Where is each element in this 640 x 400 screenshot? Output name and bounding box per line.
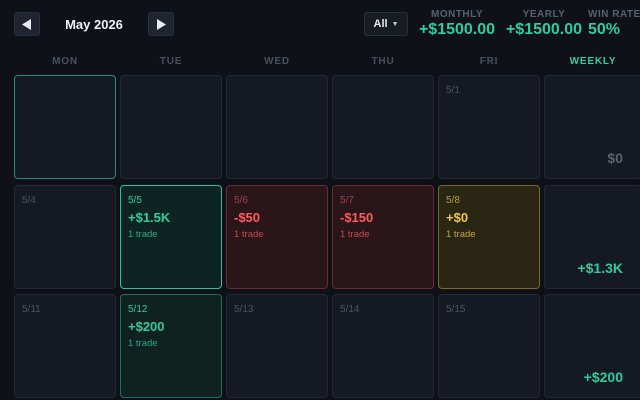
day-cell[interactable]: 5/15 <box>438 294 540 398</box>
win-rate-label: WIN RATE <box>588 9 640 20</box>
day-date: 5/4 <box>22 195 36 206</box>
monthly-stat: MONTHLY +$1500.00 <box>414 9 500 39</box>
triangle-right-icon <box>157 18 166 30</box>
prev-month-button[interactable] <box>14 12 40 36</box>
weekly-total-value: +$1.3K <box>577 260 623 276</box>
day-pnl: +$0 <box>446 210 469 225</box>
weekday-header-wed: WED <box>264 56 290 67</box>
weekday-header-fri: FRI <box>479 56 499 67</box>
day-date: 5/13 <box>234 304 254 315</box>
yearly-stat: YEARLY +$1500.00 <box>501 9 587 39</box>
win-rate-stat: WIN RATE 50% <box>588 9 640 39</box>
day-date: 5/11 <box>22 304 41 315</box>
day-cell[interactable]: 5/7 -$150 1 trade <box>332 185 434 289</box>
day-pnl: +$1.5K <box>128 210 171 225</box>
weekly-total-cell: $0 <box>544 75 640 179</box>
day-cell[interactable]: 5/1 <box>438 75 540 179</box>
day-date: 5/14 <box>340 304 360 315</box>
day-cell[interactable]: 5/13 <box>226 294 328 398</box>
triangle-left-icon <box>22 18 31 30</box>
month-title: May 2026 <box>65 17 123 32</box>
day-date: 5/5 <box>128 195 142 206</box>
day-pnl: -$150 <box>340 210 374 225</box>
day-trade-count: 1 trade <box>128 338 158 349</box>
day-cell[interactable] <box>14 75 116 179</box>
win-rate-value: 50% <box>588 21 621 38</box>
caret-down-icon: ▼ <box>391 20 399 28</box>
day-cell[interactable]: 5/12 +$200 1 trade <box>120 294 222 398</box>
day-cell[interactable] <box>120 75 222 179</box>
yearly-label: YEARLY <box>522 9 566 20</box>
weekly-total-value: $0 <box>607 150 623 166</box>
day-date: 5/6 <box>234 195 248 206</box>
calendar-header: May 2026 All ▼ MONTHLY +$1500.00 YEARLY … <box>0 0 640 48</box>
day-cell[interactable]: 5/8 +$0 1 trade <box>438 185 540 289</box>
day-trade-count: 1 trade <box>128 229 158 240</box>
weekday-header-mon: MON <box>52 56 78 67</box>
day-trade-count: 1 trade <box>446 229 476 240</box>
weekday-header-weekly: WEEKLY <box>569 56 617 67</box>
monthly-label: MONTHLY <box>430 9 484 20</box>
yearly-value: +$1500.00 <box>505 21 583 38</box>
day-trade-count: 1 trade <box>340 229 370 240</box>
weekly-total-cell: +$200 <box>544 294 640 398</box>
day-date: 5/12 <box>128 304 148 315</box>
monthly-value: +$1500.00 <box>418 21 496 38</box>
day-trade-count: 1 trade <box>234 229 264 240</box>
day-cell[interactable]: 5/14 <box>332 294 434 398</box>
weekday-header-tue: TUE <box>159 56 183 67</box>
filter-label: All <box>373 18 388 30</box>
day-date: 5/7 <box>340 195 354 206</box>
next-month-button[interactable] <box>148 12 174 36</box>
day-cell[interactable]: 5/5 +$1.5K 1 trade <box>120 185 222 289</box>
day-cell[interactable] <box>332 75 434 179</box>
account-filter-dropdown[interactable]: All ▼ <box>364 12 408 36</box>
day-cell[interactable]: 5/4 <box>14 185 116 289</box>
day-pnl: +$200 <box>128 319 165 334</box>
day-date: 5/15 <box>446 304 466 315</box>
weekly-total-value: +$200 <box>583 369 623 385</box>
day-cell[interactable]: 5/6 -$50 1 trade <box>226 185 328 289</box>
day-date: 5/8 <box>446 195 460 206</box>
weekly-total-cell: +$1.3K <box>544 185 640 289</box>
day-date: 5/1 <box>446 85 460 96</box>
day-cell[interactable]: 5/11 <box>14 294 116 398</box>
day-cell[interactable] <box>226 75 328 179</box>
weekday-header-thu: THU <box>371 56 395 67</box>
day-pnl: -$50 <box>234 210 261 225</box>
